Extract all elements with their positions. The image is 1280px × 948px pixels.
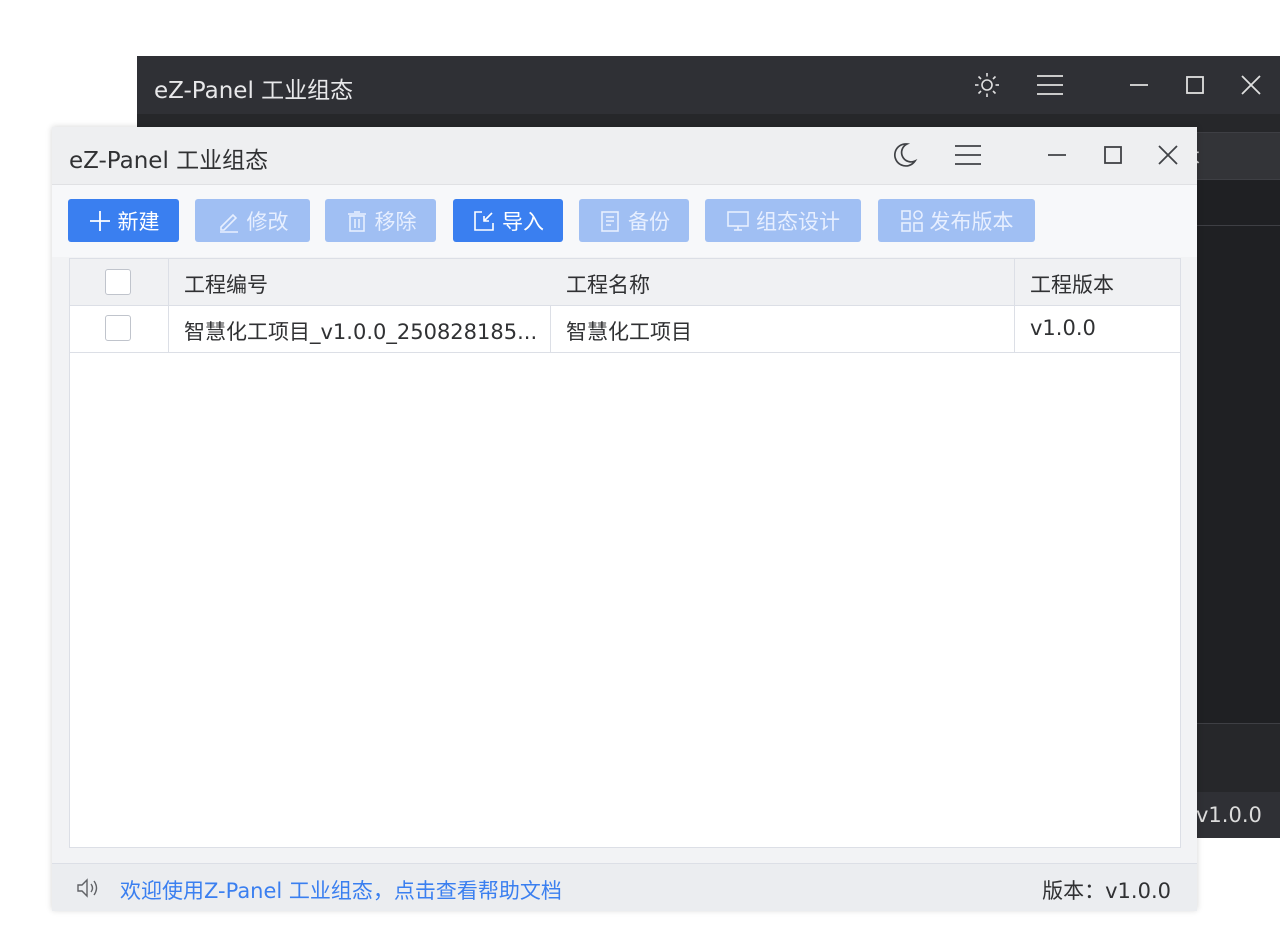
import-icon [474, 210, 494, 231]
import-button-label: 导入 [502, 209, 544, 234]
dark-titlebar: eZ-Panel 工业组态 [137, 56, 1280, 114]
dark-table-header: 本 [1179, 133, 1280, 180]
design-button-label: 组态设计 [756, 209, 840, 234]
remove-button-label: 移除 [374, 209, 417, 234]
moon-icon[interactable] [890, 141, 918, 169]
header-project-name[interactable]: 工程名称 [550, 259, 1014, 305]
new-button-label: 新建 [117, 209, 160, 234]
toolbar: 新建 修改 移除 导入 备份 组态设计 发布版本 [52, 185, 1197, 257]
row-select-cell [70, 306, 168, 352]
monitor-icon [727, 210, 749, 231]
version-label: 版本：v1.0.0 [1042, 879, 1171, 903]
publish-button[interactable]: 发布版本 [878, 199, 1035, 242]
publish-button-label: 发布版本 [929, 209, 1014, 234]
remove-button[interactable]: 移除 [325, 199, 436, 242]
titlebar: eZ-Panel 工业组态 [52, 127, 1197, 185]
header-select-cell [70, 259, 168, 305]
maximize-icon[interactable] [1181, 71, 1209, 99]
maximize-icon[interactable] [1099, 141, 1127, 169]
cell-project-id: 智慧化工项目_v1.0.0_250828185... [184, 320, 538, 344]
project-table: 工程编号 工程名称 工程版本 智慧化工项目_v1.0.0_250828185..… [69, 258, 1181, 848]
minimize-icon[interactable] [1043, 141, 1071, 169]
cell-project-name: 智慧化工项目 [566, 320, 692, 344]
dark-window-title: eZ-Panel 工业组态 [154, 78, 354, 104]
backup-button[interactable]: 备份 [579, 199, 689, 242]
main-window: eZ-Panel 工业组态 新建 修改 移除 导入 备份 组态设计 发布版本 工… [52, 127, 1197, 911]
close-icon[interactable] [1237, 71, 1265, 99]
pencil-icon [219, 213, 238, 233]
table-header: 工程编号 工程名称 工程版本 [70, 259, 1180, 306]
menu-icon[interactable] [954, 141, 982, 169]
grid-icon [900, 209, 923, 232]
plus-icon [89, 210, 110, 231]
document-icon [601, 210, 619, 232]
edit-button[interactable]: 修改 [195, 199, 310, 242]
trash-icon [347, 210, 366, 232]
sun-icon[interactable] [973, 71, 1001, 99]
cell-project-version: v1.0.0 [1030, 316, 1096, 340]
minimize-icon[interactable] [1125, 71, 1153, 99]
design-button[interactable]: 组态设计 [705, 199, 861, 242]
dark-table-row [1183, 180, 1280, 226]
backup-button-label: 备份 [628, 209, 670, 234]
row-checkbox[interactable] [105, 315, 131, 341]
select-all-checkbox[interactable] [105, 269, 131, 295]
header-project-version[interactable]: 工程版本 [1014, 259, 1180, 305]
close-icon[interactable] [1154, 141, 1182, 169]
edit-button-label: 修改 [246, 209, 289, 234]
window-title: eZ-Panel 工业组态 [69, 148, 269, 174]
help-link[interactable]: 欢迎使用Z-Panel 工业组态，点击查看帮助文档 [120, 875, 562, 905]
statusbar: 欢迎使用Z-Panel 工业组态，点击查看帮助文档 版本：v1.0.0 [52, 863, 1197, 911]
new-button[interactable]: 新建 [68, 199, 179, 242]
menu-icon[interactable] [1036, 71, 1064, 99]
speaker-icon [76, 877, 102, 899]
dark-status-version: v1.0.0 [1196, 803, 1262, 827]
import-button[interactable]: 导入 [453, 199, 563, 242]
table-row[interactable]: 智慧化工项目_v1.0.0_250828185... 智慧化工项目 v1.0.0 [70, 306, 1180, 353]
